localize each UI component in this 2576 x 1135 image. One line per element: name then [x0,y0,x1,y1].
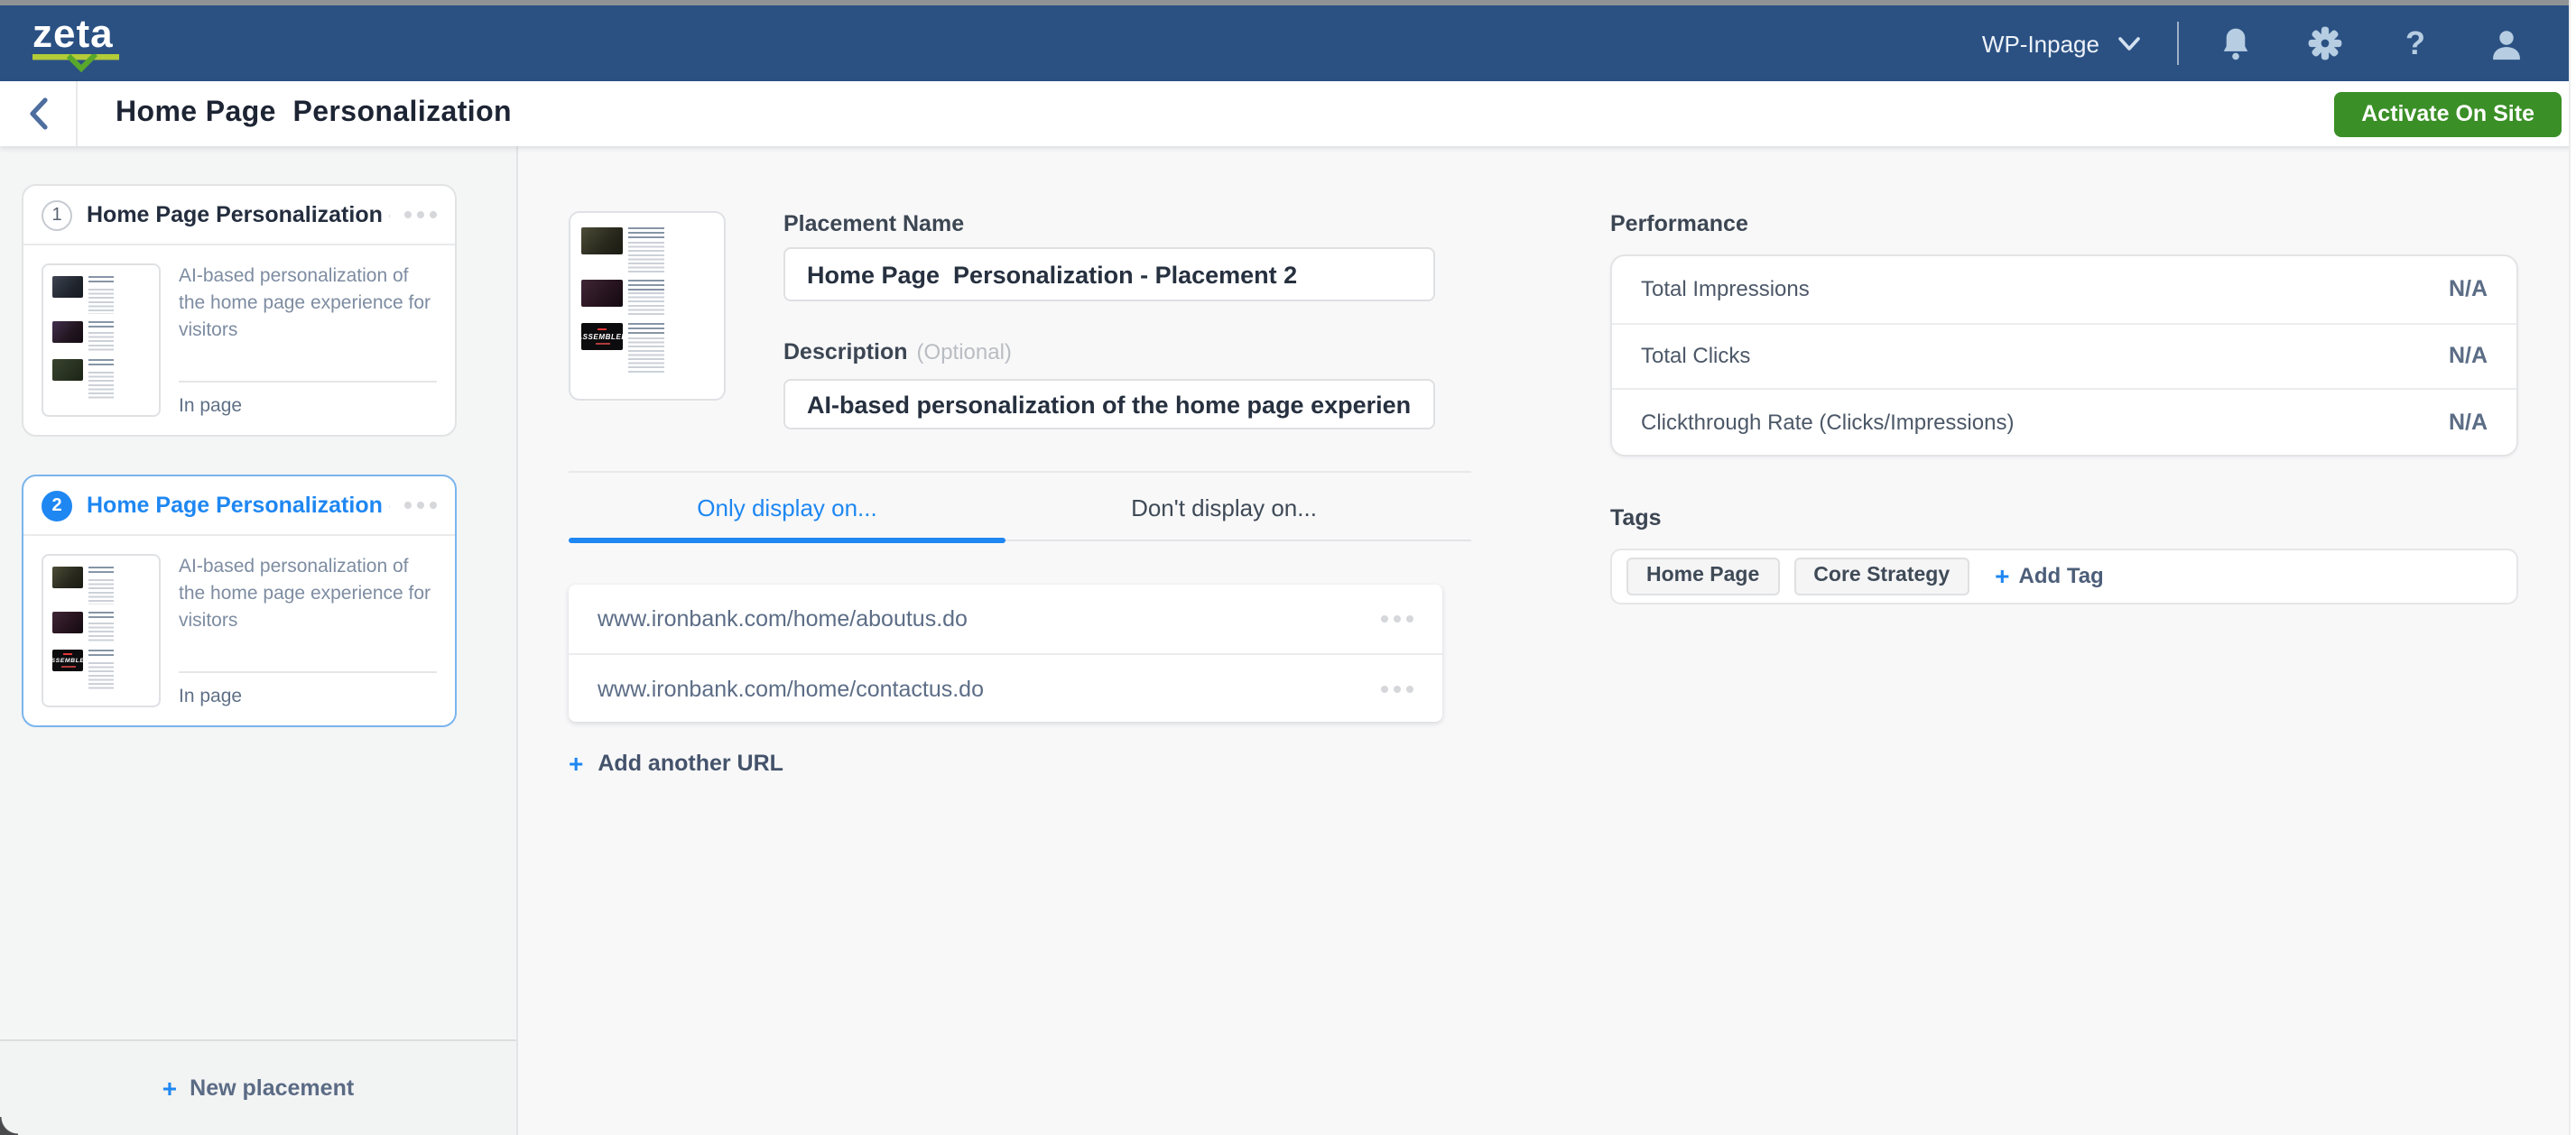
placement-number-badge: 1 [42,199,72,230]
placement-name-input[interactable] [783,247,1435,301]
placements-sidebar: 1 Home Page Personalization - Place... A… [0,146,518,1135]
display-rules-tabs: Only display on... Don't display on... [569,471,1471,541]
placement-title: Home Page Personalization - Place... [87,202,390,227]
thumb-image-assembled: ASSEMBLED [52,650,83,671]
add-another-url-label: Add another URL [598,751,783,776]
more-options-icon[interactable] [404,211,437,218]
thumb-image [581,227,623,254]
notifications-bell-icon[interactable] [2190,5,2280,81]
placement-number-badge: 2 [42,490,72,521]
more-options-icon[interactable] [1381,685,1413,692]
metric-row: Clickthrough Rate (Clicks/Impressions) N… [1612,388,2516,454]
tags-card: Home Page Core Strategy + Add Tag [1610,548,2518,604]
metric-row: Total Impressions N/A [1612,256,2516,322]
placement-name-label: Placement Name [783,211,1435,236]
workspace-dropdown[interactable]: WP-Inpage [1982,30,2141,57]
window-corner [0,1117,18,1135]
performance-title: Performance [1610,211,2518,236]
zeta-logo-text: zeta [32,15,119,51]
placement-thumbnail [42,263,161,417]
chevron-left-icon [28,97,48,130]
chevron-down-icon [2117,35,2141,51]
description-optional-hint: (Optional) [917,339,1012,364]
zeta-logo-check-icon [32,53,119,71]
placement-card-2[interactable]: 2 Home Page Personalization - Placem... … [22,475,457,727]
help-icon[interactable]: ? [2370,5,2460,81]
performance-card: Total Impressions N/A Total Clicks N/A C… [1610,254,2518,456]
url-row: www.ironbank.com/home/contactus.do [569,653,1442,722]
thumb-image [581,279,623,306]
new-placement-button[interactable]: + New placement [0,1039,516,1135]
page-header: Home Page Personalization Activate On Si… [0,81,2576,146]
tags-title: Tags [1610,504,2518,530]
description-label: Description [783,339,908,364]
tab-only-display-on[interactable]: Only display on... [569,473,1005,540]
placement-card-body: ASSEMBLED AI-based personalization of th… [23,536,455,725]
placement-card-header: 1 Home Page Personalization - Place... [23,186,455,245]
thumb-image [52,276,83,298]
thumb-image [52,320,83,342]
navbar-divider [2177,22,2179,65]
back-button[interactable] [0,81,78,146]
content-area: 1 Home Page Personalization - Place... A… [0,146,2576,1135]
metric-value: N/A [2449,277,2488,302]
active-tab-underline [569,538,1005,543]
plus-icon: + [1995,563,2009,588]
add-tag-button[interactable]: + Add Tag [1995,563,2104,588]
metric-value: N/A [2449,410,2488,435]
placement-card-header: 2 Home Page Personalization - Placem... [23,476,455,536]
workspace-name: WP-Inpage [1982,30,2099,57]
metric-value: N/A [2449,344,2488,369]
zeta-logo[interactable]: zeta [32,15,119,71]
more-options-icon[interactable] [1381,615,1413,623]
placement-list: 1 Home Page Personalization - Place... A… [0,146,516,1039]
metric-label: Total Clicks [1641,344,1750,369]
metric-label: Total Impressions [1641,277,1810,302]
new-placement-label: New placement [190,1075,354,1101]
plus-icon: + [569,751,583,776]
thumb-image [52,611,83,632]
thumb-image [52,359,83,381]
placement-preview-thumbnail: ASSEMBLED [569,211,726,401]
navbar-actions: WP-Inpage [1982,5,2551,81]
page-scrollbar-track[interactable] [2569,0,2576,1135]
divider [179,671,437,673]
metric-row: Total Clicks N/A [1612,322,2516,388]
metric-label: Clickthrough Rate (Clicks/Impressions) [1641,410,2014,435]
add-tag-label: Add Tag [2019,563,2104,588]
url-list: www.ironbank.com/home/aboutus.do www.iro… [569,585,1442,722]
tag-chip[interactable]: Core Strategy [1793,557,1969,595]
placement-thumbnail: ASSEMBLED [42,554,161,707]
placement-description: AI-based personalization of the home pag… [179,554,437,636]
placement-type: In page [179,395,437,417]
tag-chip[interactable]: Home Page [1626,557,1779,595]
settings-gear-icon[interactable] [2280,5,2370,81]
placement-card-body: AI-based personalization of the home pag… [23,245,455,435]
description-input[interactable] [783,379,1435,429]
tab-dont-display-on[interactable]: Don't display on... [1005,473,1442,540]
placement-title: Home Page Personalization - Placem... [87,493,390,518]
performance-panel: Performance Total Impressions N/A Total … [1610,146,2518,1135]
page-title: Home Page Personalization [116,97,512,130]
app-window: zeta WP-Inpage [0,0,2576,1135]
url-row: www.ironbank.com/home/aboutus.do [569,585,1442,653]
more-options-icon[interactable] [404,502,437,509]
add-another-url-button[interactable]: + Add another URL [569,751,783,776]
placement-type: In page [179,686,437,707]
url-text: www.ironbank.com/home/contactus.do [598,676,984,701]
divider [179,381,437,383]
account-avatar-icon[interactable] [2460,5,2551,81]
plus-icon: + [162,1075,177,1101]
url-text: www.ironbank.com/home/aboutus.do [598,606,968,632]
placement-description: AI-based personalization of the home pag… [179,263,437,346]
activate-on-site-button[interactable]: Activate On Site [2334,91,2562,136]
thumb-image [52,567,83,588]
top-navbar: zeta WP-Inpage [0,5,2576,81]
placement-detail-panel: ASSEMBLED Placement Name Description (Opt… [518,146,1471,1135]
thumb-image-assembled: ASSEMBLED [581,323,623,350]
placement-card-1[interactable]: 1 Home Page Personalization - Place... A… [22,184,457,437]
